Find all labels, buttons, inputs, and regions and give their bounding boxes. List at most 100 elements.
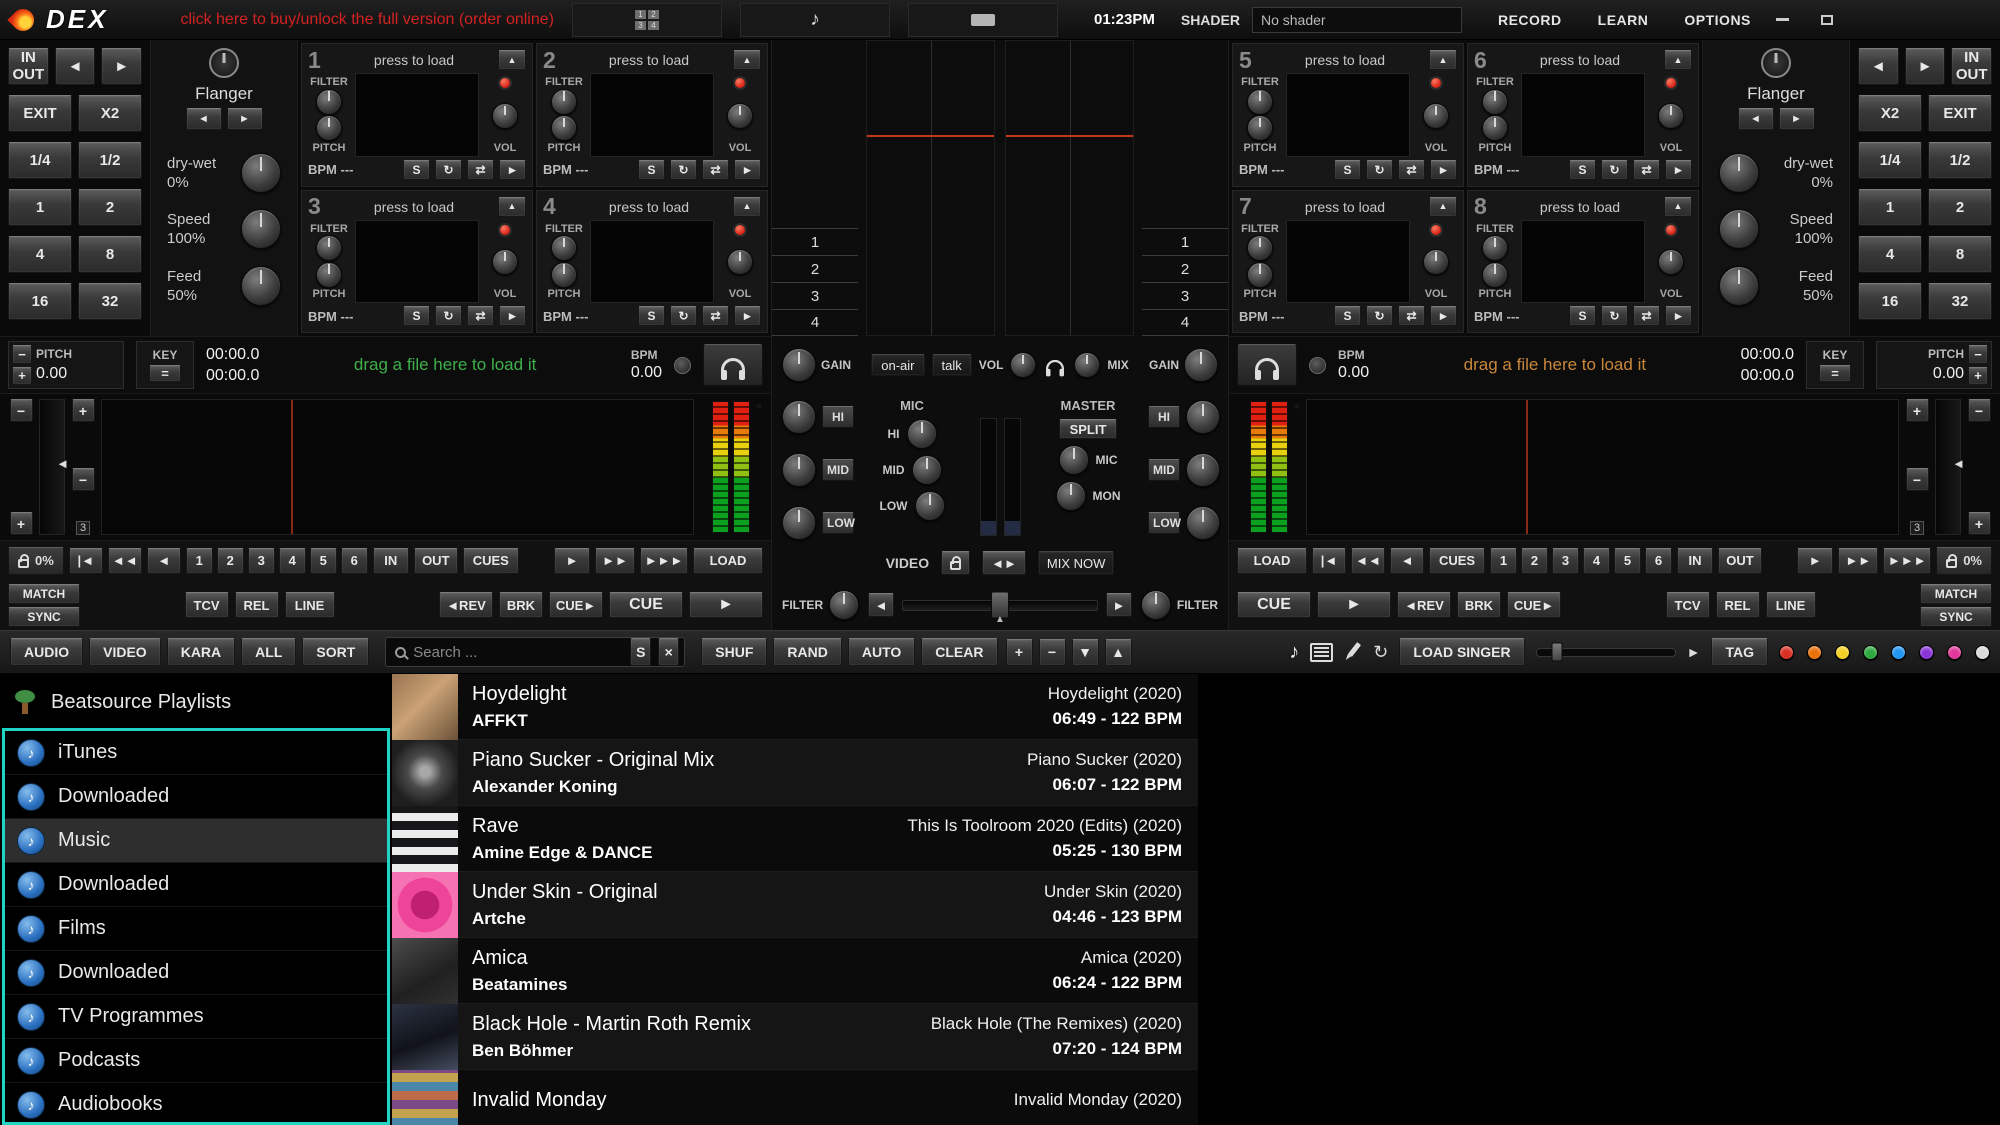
- loop-shift-right-button[interactable]: ►: [101, 48, 142, 85]
- monitor-mix-knob[interactable]: [1074, 352, 1100, 378]
- mix-now-button[interactable]: MIX NOW: [1038, 551, 1115, 575]
- sampler-loop-button[interactable]: ↻: [670, 160, 697, 180]
- effect-param-knob[interactable]: [1719, 153, 1759, 193]
- sampler-load-hint[interactable]: press to load: [1267, 52, 1423, 68]
- zoom-out-button[interactable]: −: [1968, 399, 1991, 422]
- loop-length-button[interactable]: 1/4: [1858, 142, 1922, 179]
- sidebar-item[interactable]: ♪ Downloaded: [5, 951, 387, 995]
- drag-file-hint[interactable]: drag a file here to load it: [1381, 355, 1728, 375]
- list-control-button[interactable]: ▲: [1105, 639, 1132, 666]
- sampler-volume-knob[interactable]: [727, 249, 753, 275]
- monitor-knob[interactable]: [1056, 481, 1086, 511]
- loop-length-button[interactable]: X2: [1858, 95, 1922, 132]
- rewind-button[interactable]: ◄◄: [108, 548, 142, 574]
- playlist-action-button[interactable]: CLEAR: [921, 638, 997, 666]
- step-forward-button[interactable]: ►: [1797, 548, 1833, 574]
- sampler-filter-knob[interactable]: [1482, 235, 1508, 261]
- pitch-bend-plus-button[interactable]: +: [1906, 399, 1929, 422]
- skip-to-start-button[interactable]: |◄: [69, 548, 103, 574]
- sidebar-item[interactable]: ♪ Films: [5, 907, 387, 951]
- loop-length-button[interactable]: 16: [1858, 283, 1922, 320]
- pitch-minus-button[interactable]: −: [12, 345, 32, 364]
- audio-mode-panel[interactable]: ♪: [740, 3, 890, 37]
- monitor-volume-knob[interactable]: [1010, 352, 1036, 378]
- sampler-loop-button[interactable]: ↻: [670, 306, 697, 326]
- loop-length-button[interactable]: 8: [78, 236, 142, 273]
- zoom-in-button[interactable]: +: [1968, 512, 1991, 535]
- pitch-plus-button[interactable]: +: [1968, 367, 1988, 386]
- video-lock-button[interactable]: [941, 551, 970, 575]
- crossfader-track[interactable]: ▲: [902, 600, 1098, 611]
- maximize-button[interactable]: [1815, 9, 1839, 31]
- sampler-play-button[interactable]: ►: [499, 306, 526, 326]
- effect-param-knob[interactable]: [241, 209, 281, 249]
- sampler-volume-knob[interactable]: [1423, 249, 1449, 275]
- key-slider[interactable]: [1536, 648, 1676, 657]
- sampler-mode-button[interactable]: ⇄: [1398, 160, 1425, 180]
- search-scope-button[interactable]: S: [630, 638, 651, 666]
- list-control-button[interactable]: +: [1006, 639, 1033, 666]
- sampler-eject-button[interactable]: ▲: [1429, 197, 1457, 217]
- reverse-button[interactable]: ◄REV: [439, 592, 493, 618]
- sampler-sync-button[interactable]: S: [1334, 306, 1361, 326]
- effect-param-knob[interactable]: [1719, 209, 1759, 249]
- sampler-play-button[interactable]: ►: [499, 160, 526, 180]
- sidebar-item[interactable]: ♪ Downloaded: [5, 775, 387, 819]
- cues-button[interactable]: CUES: [1429, 548, 1485, 574]
- track-row[interactable]: Invalid Monday Invalid Monday (2020): [392, 1070, 1198, 1125]
- eq-mid-knob[interactable]: [1186, 453, 1220, 487]
- loop-length-button[interactable]: 4: [8, 236, 72, 273]
- tag-color-dot[interactable]: [1975, 645, 1990, 660]
- sampler-volume-knob[interactable]: [492, 103, 518, 129]
- sampler-eject-button[interactable]: ▲: [498, 197, 526, 217]
- mic-hi-knob[interactable]: [907, 419, 937, 449]
- skip-forward-button[interactable]: ►►►: [640, 548, 688, 574]
- pitch-fader-handle[interactable]: ◄: [56, 456, 69, 471]
- sampler-loop-button[interactable]: ↻: [1366, 306, 1393, 326]
- sampler-play-button[interactable]: ►: [1665, 160, 1692, 180]
- loop-shift-left-button[interactable]: ◄: [1858, 48, 1899, 85]
- key-reset-button[interactable]: =: [1819, 365, 1851, 382]
- cue-button[interactable]: CUE: [609, 592, 683, 618]
- on-air-button[interactable]: on-air: [871, 354, 924, 376]
- sampler-load-hint[interactable]: press to load: [571, 52, 727, 68]
- tag-color-dot[interactable]: [1947, 645, 1962, 660]
- sampler-loop-button[interactable]: ↻: [1601, 160, 1628, 180]
- sampler-loop-button[interactable]: ↻: [435, 160, 462, 180]
- sidebar-item[interactable]: ♪ Downloaded: [5, 863, 387, 907]
- sampler-pitch-knob[interactable]: [551, 262, 577, 288]
- sampler-load-hint[interactable]: press to load: [336, 52, 492, 68]
- sidebar-item[interactable]: ♪ Music: [5, 819, 387, 863]
- zoom-in-button[interactable]: +: [10, 512, 33, 535]
- waveform-display[interactable]: [101, 399, 694, 535]
- learn-button[interactable]: LEARN: [1598, 12, 1649, 28]
- list-control-button[interactable]: −: [1039, 639, 1066, 666]
- track-row[interactable]: Rave Amine Edge & DANCE This Is Toolroom…: [392, 806, 1198, 872]
- cue-number-button[interactable]: 3: [248, 548, 275, 574]
- loop-length-button[interactable]: 1: [1858, 189, 1922, 226]
- sampler-volume-knob[interactable]: [492, 249, 518, 275]
- tag-color-dot[interactable]: [1919, 645, 1934, 660]
- browser-tab[interactable]: ALL: [241, 638, 296, 666]
- loop-length-button[interactable]: 32: [1928, 283, 1992, 320]
- skip-to-start-button[interactable]: |◄: [1312, 548, 1346, 574]
- loop-length-button[interactable]: 2: [1928, 189, 1992, 226]
- sampler-mode-button[interactable]: ⇄: [1633, 160, 1660, 180]
- sampler-eject-button[interactable]: ▲: [1429, 50, 1457, 70]
- sidebar-item[interactable]: ♪ TV Programmes: [5, 995, 387, 1039]
- sampler-play-button[interactable]: ►: [734, 160, 761, 180]
- loop-length-button[interactable]: 1/2: [78, 142, 142, 179]
- sampler-mode-button[interactable]: ⇄: [467, 306, 494, 326]
- fast-forward-button[interactable]: ►►: [595, 548, 635, 574]
- sampler-loop-button[interactable]: ↻: [1601, 306, 1628, 326]
- sampler-sync-button[interactable]: S: [1569, 306, 1596, 326]
- crossfade-right-button[interactable]: ►: [1106, 593, 1132, 617]
- line-button[interactable]: LINE: [1766, 592, 1816, 618]
- sampler-loop-button[interactable]: ↻: [435, 306, 462, 326]
- sidebar-item[interactable]: ♪ Audiobooks: [5, 1083, 387, 1125]
- sampler-volume-knob[interactable]: [1423, 103, 1449, 129]
- sync-button[interactable]: SYNC: [8, 607, 80, 627]
- sampler-sync-button[interactable]: S: [1569, 160, 1596, 180]
- sampler-pitch-knob[interactable]: [1482, 115, 1508, 141]
- effect-power-button[interactable]: [209, 48, 239, 78]
